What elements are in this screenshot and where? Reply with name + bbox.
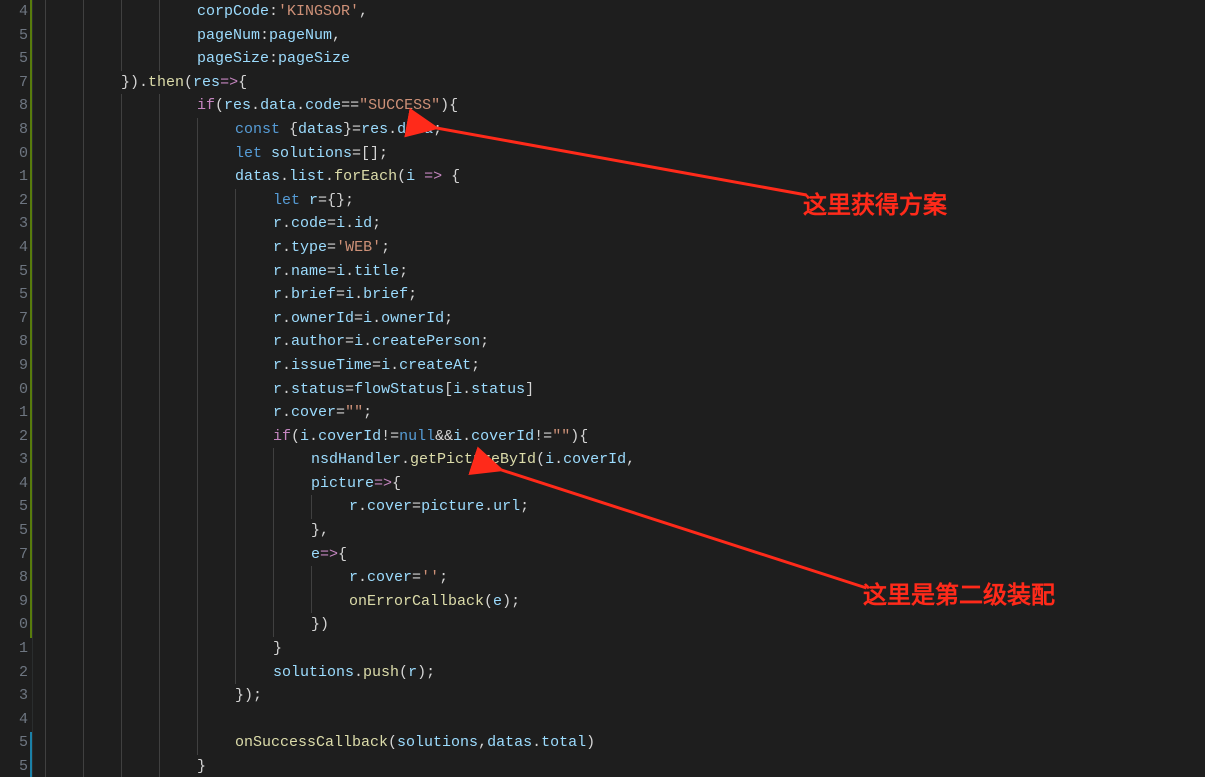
line-number: 2 [0,189,28,213]
code-line[interactable]: }); [45,684,1205,708]
line-number: 1 [0,165,28,189]
code-line[interactable]: pageNum:pageNum, [45,24,1205,48]
code-line[interactable]: datas.list.forEach(i => { [45,165,1205,189]
line-number: 5 [0,731,28,755]
line-number-gutter: 4557880123455789012345578901234557 [0,0,32,777]
code-line[interactable]: picture=>{ [45,472,1205,496]
line-number: 4 [0,708,28,732]
line-number: 7 [0,307,28,331]
line-number: 8 [0,566,28,590]
code-line[interactable]: r.brief=i.brief; [45,283,1205,307]
line-number: 7 [0,71,28,95]
line-number: 1 [0,401,28,425]
code-line[interactable]: r.code=i.id; [45,212,1205,236]
code-line[interactable]: r.issueTime=i.createAt; [45,354,1205,378]
code-line[interactable]: solutions.push(r); [45,661,1205,685]
code-line[interactable]: e=>{ [45,543,1205,567]
line-number: 5 [0,24,28,48]
line-number: 1 [0,637,28,661]
line-number: 0 [0,142,28,166]
line-number: 2 [0,425,28,449]
line-number: 5 [0,519,28,543]
line-number: 8 [0,118,28,142]
line-number: 3 [0,684,28,708]
code-line[interactable]: r.status=flowStatus[i.status] [45,378,1205,402]
code-line[interactable]: } [45,637,1205,661]
line-number: 9 [0,354,28,378]
code-line[interactable]: let r={}; [45,189,1205,213]
code-line[interactable]: onErrorCallback(e); [45,590,1205,614]
code-area[interactable]: 这里获得方案 这里是第二级装配 corpCode:'KINGSOR',pageN… [32,0,1205,777]
code-line[interactable]: corpCode:'KINGSOR', [45,0,1205,24]
line-number: 3 [0,212,28,236]
line-number: 2 [0,661,28,685]
line-number: 5 [0,495,28,519]
code-line[interactable]: let solutions=[]; [45,142,1205,166]
line-number: 0 [0,378,28,402]
line-number: 3 [0,448,28,472]
line-number: 5 [0,283,28,307]
code-line[interactable]: if(res.data.code=="SUCCESS"){ [45,94,1205,118]
code-line[interactable]: onSuccessCallback(solutions,datas.total) [45,731,1205,755]
code-line[interactable]: r.ownerId=i.ownerId; [45,307,1205,331]
code-line[interactable]: r.cover=''; [45,566,1205,590]
code-line[interactable]: r.author=i.createPerson; [45,330,1205,354]
line-number: 5 [0,755,28,777]
code-line[interactable]: pageSize:pageSize [45,47,1205,71]
line-number: 5 [0,47,28,71]
line-number: 8 [0,94,28,118]
line-number: 4 [0,472,28,496]
code-line[interactable]: r.cover=""; [45,401,1205,425]
code-line[interactable] [45,708,1205,732]
code-line[interactable]: nsdHandler.getPictureById(i.coverId, [45,448,1205,472]
code-line[interactable]: if(i.coverId!=null&&i.coverId!=""){ [45,425,1205,449]
code-line[interactable]: } [45,755,1205,777]
code-line[interactable]: }).then(res=>{ [45,71,1205,95]
code-line[interactable]: r.type='WEB'; [45,236,1205,260]
code-line[interactable]: }) [45,613,1205,637]
line-number: 9 [0,590,28,614]
code-line[interactable]: r.cover=picture.url; [45,495,1205,519]
line-number: 4 [0,236,28,260]
line-number: 7 [0,543,28,567]
code-line[interactable]: const {datas}=res.data; [45,118,1205,142]
code-editor[interactable]: 4557880123455789012345578901234557 这里获得方… [0,0,1205,777]
line-number: 0 [0,613,28,637]
line-number: 4 [0,0,28,24]
line-number: 8 [0,330,28,354]
line-number: 5 [0,260,28,284]
code-line[interactable]: }, [45,519,1205,543]
code-line[interactable]: r.name=i.title; [45,260,1205,284]
